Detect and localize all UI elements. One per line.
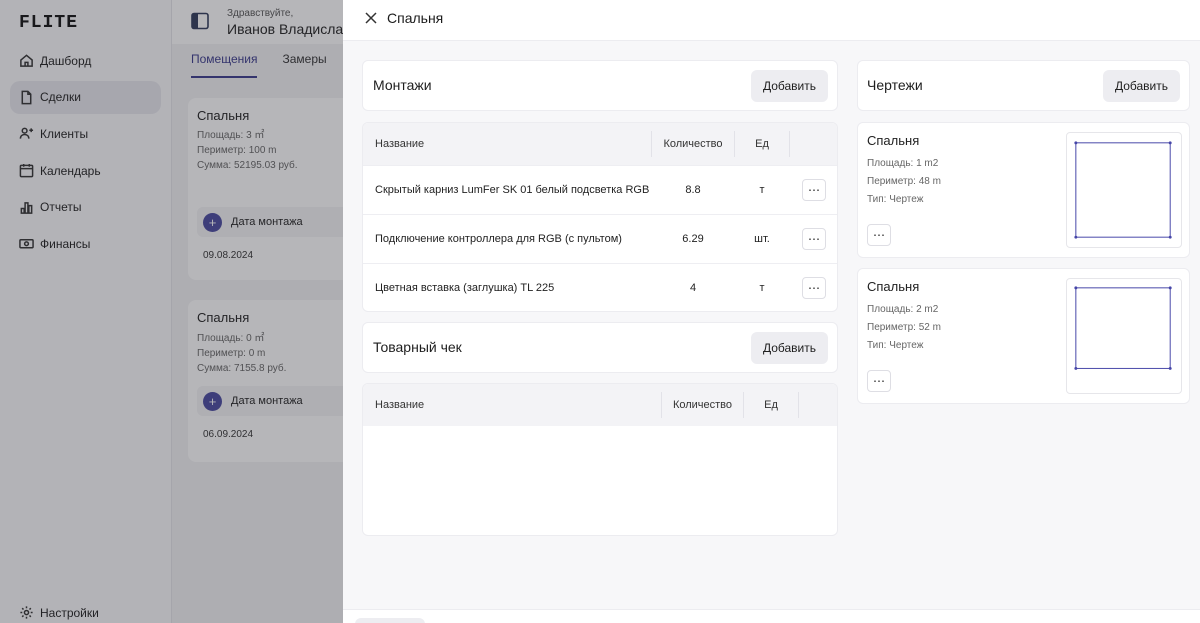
- drawing-area: Площадь: 1 m2: [867, 158, 939, 169]
- montazhi-table: Название Количество Ед Скрытый карниз Lu…: [362, 122, 838, 312]
- drawing-preview[interactable]: [1066, 132, 1182, 248]
- drawing-preview[interactable]: [1066, 278, 1182, 394]
- row-name: Подключение контроллера для RGB (с пульт…: [375, 233, 622, 245]
- column-qty: Количество: [672, 399, 733, 411]
- row-unit: т: [759, 184, 765, 196]
- receipt-table: Название Количество Ед: [362, 383, 838, 536]
- drawing-card[interactable]: Спальня Площадь: 2 m2 Периметр: 52 m Тип…: [857, 268, 1190, 404]
- drawer-header: Спальня: [343, 0, 1200, 41]
- row-name: Цветная вставка (заглушка) TL 225: [375, 282, 555, 294]
- more-icon[interactable]: ⋯: [802, 228, 826, 250]
- row-qty: 8.8: [685, 184, 701, 196]
- column-name: Название: [375, 138, 425, 150]
- montazhi-title: Монтажи: [373, 77, 432, 93]
- table-row[interactable]: Цветная вставка (заглушка) TL 225 4 т ⋯: [363, 263, 837, 311]
- row-qty: 4: [689, 282, 697, 294]
- drawing-perimeter: Периметр: 48 m: [867, 176, 941, 187]
- more-icon[interactable]: ⋯: [802, 179, 826, 201]
- column-unit: Ед: [755, 138, 769, 150]
- table-header: Название Количество Ед: [363, 384, 837, 426]
- drawing-area: Площадь: 2 m2: [867, 304, 939, 315]
- drawing-title: Спальня: [867, 279, 920, 294]
- row-qty: 6.29: [682, 233, 704, 245]
- drawer-footer: [343, 609, 1200, 623]
- column-name: Название: [375, 399, 425, 411]
- more-icon[interactable]: ⋯: [867, 224, 891, 246]
- drawing-title: Спальня: [867, 133, 920, 148]
- receipt-header: Товарный чек Добавить: [362, 322, 838, 373]
- drawings-header: Чертежи Добавить: [857, 60, 1190, 111]
- column-divider: [798, 392, 799, 418]
- modal-backdrop[interactable]: [0, 0, 343, 623]
- drawing-perimeter: Периметр: 52 m: [867, 322, 941, 333]
- footer-button[interactable]: [355, 618, 425, 623]
- receipt-title: Товарный чек: [373, 339, 462, 355]
- row-name: Скрытый карниз LumFer SK 01 белый подсве…: [375, 184, 650, 196]
- row-unit: т: [759, 282, 765, 294]
- more-icon[interactable]: ⋯: [867, 370, 891, 392]
- table-header: Название Количество Ед: [363, 123, 837, 165]
- drawer-title: Спальня: [387, 10, 444, 26]
- column-divider: [789, 131, 790, 157]
- more-icon[interactable]: ⋯: [802, 277, 826, 299]
- close-icon[interactable]: [364, 11, 378, 25]
- add-montazh-button[interactable]: Добавить: [750, 70, 828, 102]
- table-row[interactable]: Подключение контроллера для RGB (с пульт…: [363, 214, 837, 263]
- add-drawing-button[interactable]: Добавить: [1102, 70, 1180, 102]
- column-qty: Количество: [663, 138, 723, 150]
- column-unit: Ед: [764, 399, 778, 411]
- add-receipt-button[interactable]: Добавить: [750, 332, 828, 364]
- drawing-card[interactable]: Спальня Площадь: 1 m2 Периметр: 48 m Тип…: [857, 122, 1190, 258]
- table-row[interactable]: Скрытый карниз LumFer SK 01 белый подсве…: [363, 165, 837, 214]
- drawing-type: Тип: Чертеж: [867, 340, 924, 351]
- drawings-title: Чертежи: [867, 77, 923, 93]
- row-unit: шт.: [754, 233, 770, 245]
- drawing-type: Тип: Чертеж: [867, 194, 924, 205]
- montazhi-header: Монтажи Добавить: [362, 60, 838, 111]
